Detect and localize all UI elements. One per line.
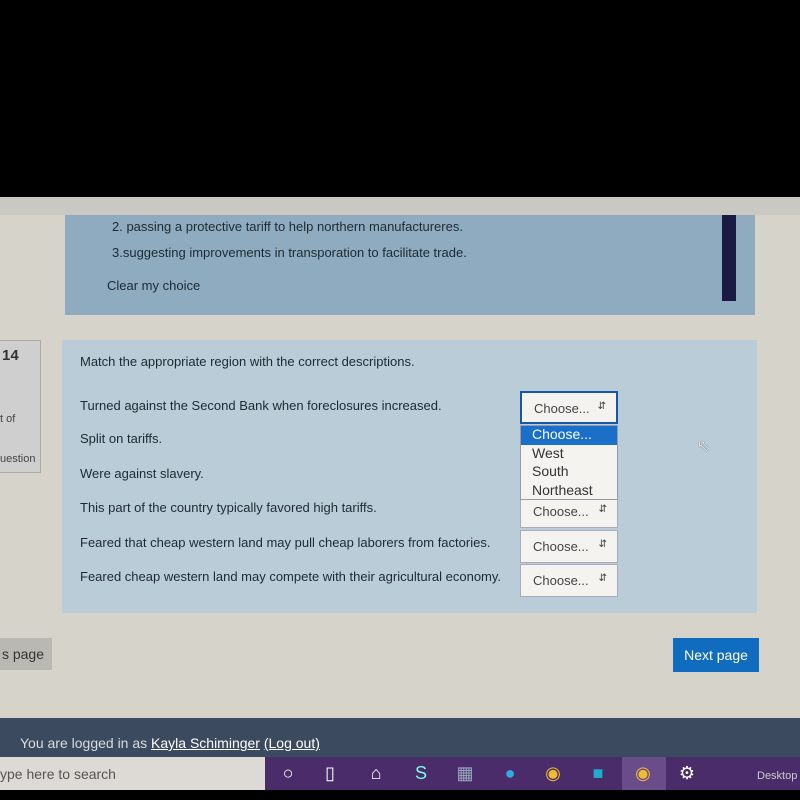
calculator-icon[interactable]: ▦: [453, 763, 477, 784]
scroll-marker: [722, 215, 736, 301]
chrome-icon[interactable]: ◉: [541, 763, 565, 784]
dropdown-option[interactable]: South: [521, 463, 617, 482]
answer-option-2[interactable]: 2. passing a protective tariff to help n…: [112, 219, 463, 234]
match-item-text: This part of the country typically favor…: [80, 500, 377, 515]
previous-question-box: 2. passing a protective tariff to help n…: [65, 215, 755, 315]
chrome-profile-icon: ◉: [635, 763, 651, 783]
question-prompt: Match the appropriate region with the co…: [80, 354, 415, 369]
select-value: Choose...: [534, 401, 590, 416]
top-strip: [0, 197, 800, 215]
cortana-icon[interactable]: ○: [276, 763, 300, 784]
select-arrows-icon: ⇵: [598, 539, 607, 550]
next-page-button[interactable]: Next page: [673, 638, 759, 672]
app-s-icon[interactable]: S: [409, 763, 433, 784]
user-link[interactable]: Kayla Schiminger: [151, 735, 260, 751]
desktop-label[interactable]: Desktop: [757, 770, 797, 782]
settings-gear-icon[interactable]: ⚙: [675, 763, 699, 784]
mouse-cursor-icon: ⬁: [697, 438, 711, 455]
edge-icon[interactable]: ●: [498, 763, 522, 784]
flag-question[interactable]: uestion: [0, 453, 35, 465]
logout-link[interactable]: (Log out): [264, 735, 320, 751]
task-view-icon[interactable]: ▯: [318, 763, 342, 784]
match-item-text: Turned against the Second Bank when fore…: [80, 398, 442, 413]
select-arrows-icon: ⇵: [598, 573, 607, 584]
question-number: 14: [2, 347, 19, 364]
dropdown-option[interactable]: Choose...: [521, 426, 617, 445]
select-arrows-icon: ⇵: [597, 401, 606, 412]
select-value: Choose...: [533, 573, 589, 588]
match-item-text: Feared that cheap western land may pull …: [80, 535, 491, 550]
answer-option-3[interactable]: 3.suggesting improvements in transporati…: [112, 245, 467, 260]
select-arrows-icon: ⇵: [598, 504, 607, 515]
chrome-profile-taskbar-item[interactable]: ◉: [622, 757, 666, 790]
dropdown-option[interactable]: West: [521, 445, 617, 464]
question-box: Match the appropriate region with the co…: [62, 340, 757, 613]
region-select[interactable]: Choose... ⇵: [520, 564, 618, 597]
footer: You are logged in as Kayla Schiminger (L…: [0, 718, 800, 758]
app-icon[interactable]: ■: [586, 763, 610, 784]
login-text: You are logged in as: [20, 735, 152, 751]
dropdown-list: Choose... West South Northeast: [520, 425, 618, 500]
match-item-text: Feared cheap western land may compete wi…: [80, 569, 502, 584]
region-select[interactable]: Choose... ⇵: [520, 391, 618, 424]
question-info-box: 14 t of uestion: [0, 340, 41, 473]
select-value: Choose...: [533, 504, 589, 519]
question-info-text: t of: [0, 413, 16, 425]
clear-choice-link[interactable]: Clear my choice: [107, 278, 200, 293]
home-icon[interactable]: ⌂: [364, 763, 388, 784]
previous-page-button[interactable]: s page: [0, 638, 52, 670]
dropdown-option[interactable]: Northeast: [521, 482, 617, 501]
select-value: Choose...: [533, 539, 589, 554]
region-select[interactable]: Choose... ⇵: [520, 530, 618, 563]
match-item-text: Were against slavery.: [80, 466, 204, 481]
taskbar-search-input[interactable]: ype here to search: [0, 757, 265, 790]
match-item-text: Split on tariffs.: [80, 431, 163, 446]
